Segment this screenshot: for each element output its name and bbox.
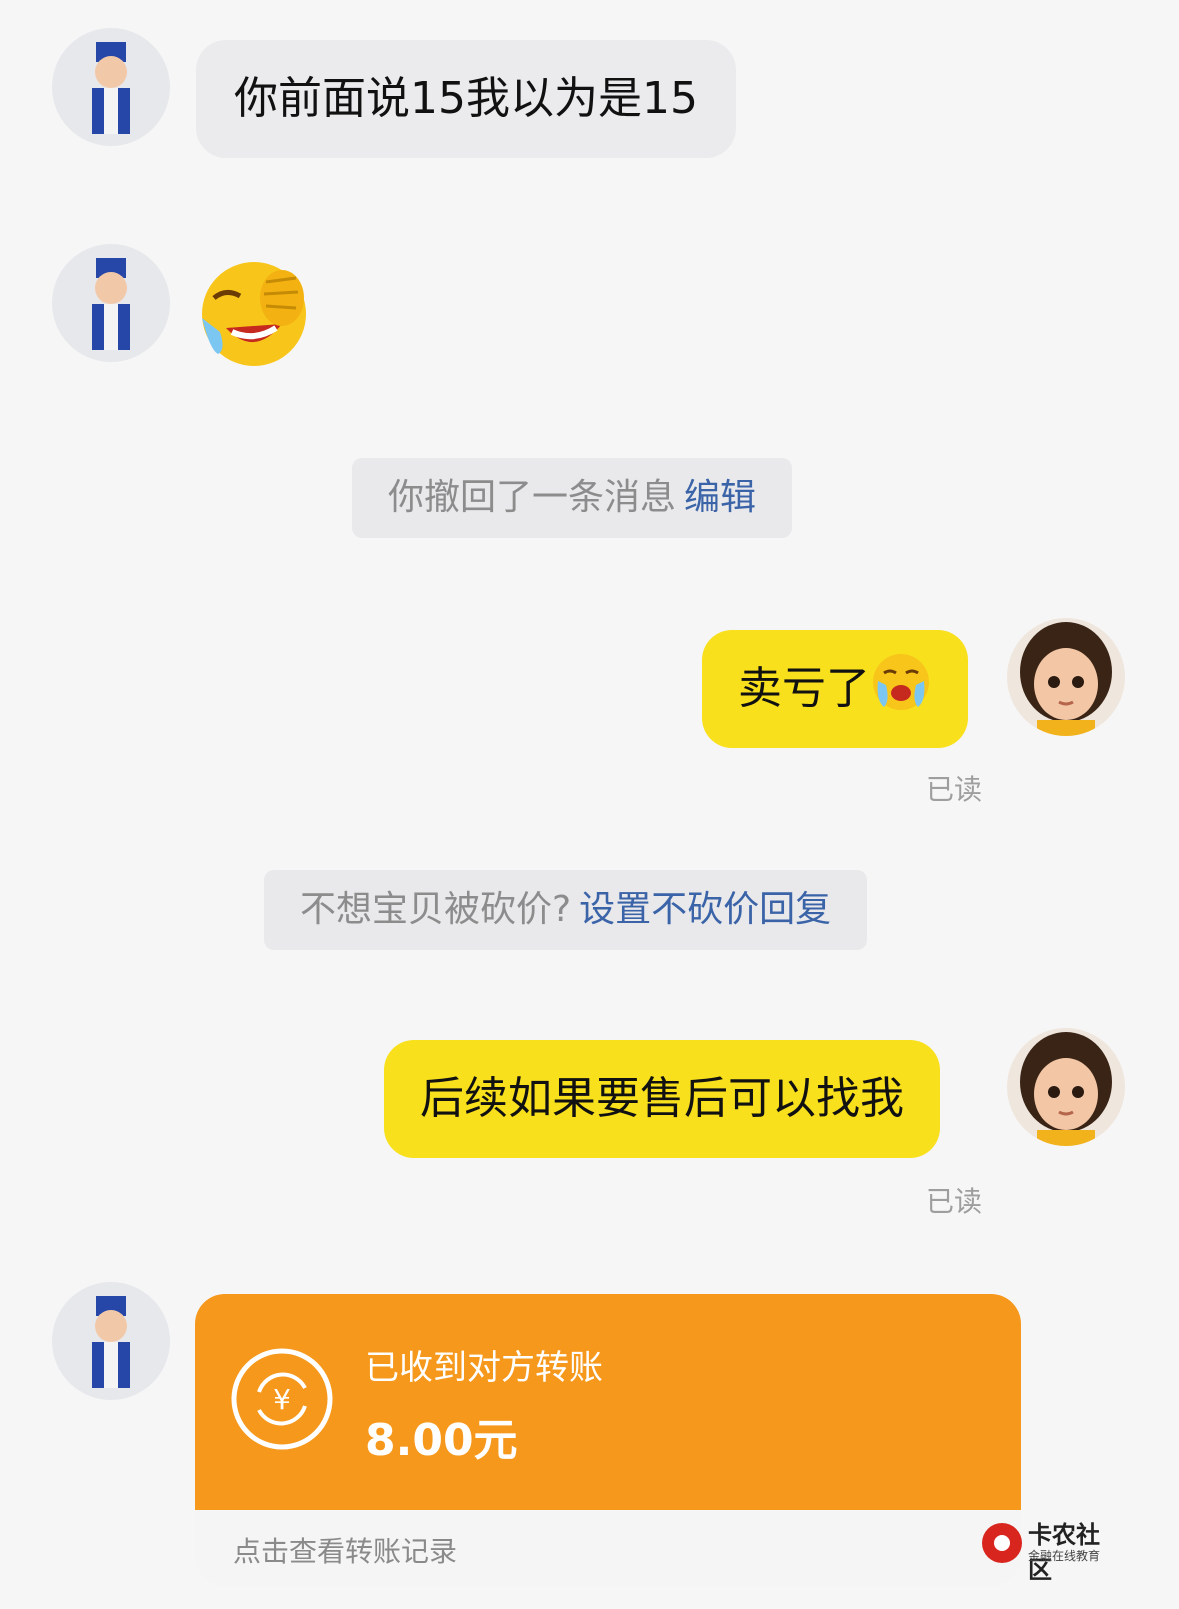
transfer-footer[interactable]: 点击查看转账记录 — [195, 1510, 1021, 1586]
yuan-exchange-icon: ¥ — [231, 1348, 333, 1450]
view-transfer-record-link[interactable]: 点击查看转账记录 — [233, 1530, 457, 1570]
recall-text: 你撤回了一条消息 — [388, 477, 677, 518]
transfer-title: 已收到对方转账 — [365, 1348, 603, 1388]
laughing-crying-emoji-icon[interactable] — [196, 258, 312, 368]
watermark-tagline: 金融在线教育 — [1028, 1549, 1101, 1563]
kanong-watermark: 卡农社区 金融在线教育 — [980, 1515, 1120, 1584]
bargain-notice: 不想宝贝被砍价? 设置不砍价回复 — [264, 870, 868, 950]
message-text: 卖亏了 — [738, 663, 870, 714]
my-avatar[interactable] — [1007, 618, 1125, 736]
transfer-amount: 8.00元 — [365, 1415, 518, 1466]
crying-emoji-icon — [873, 654, 929, 710]
bargain-text: 不想宝贝被砍价? — [300, 889, 572, 930]
my-avatar[interactable] — [1007, 1028, 1125, 1146]
message-text: 你前面说15我以为是15 — [234, 73, 698, 124]
contact-avatar[interactable] — [52, 1282, 170, 1400]
contact-avatar[interactable] — [52, 28, 170, 146]
kanong-logo-icon — [982, 1523, 1022, 1563]
svg-text:¥: ¥ — [273, 1383, 291, 1416]
read-status: 已读 — [925, 1185, 982, 1218]
read-status: 已读 — [925, 773, 982, 806]
transfer-card[interactable]: ¥ 已收到对方转账 8.00元 点击查看转账记录 — [195, 1294, 1021, 1586]
set-no-bargain-reply-link[interactable]: 设置不砍价回复 — [579, 889, 831, 930]
edit-recalled-link[interactable]: 编辑 — [684, 477, 756, 518]
chat-screen: 你前面说15我以为是15 你撤回了一条消息 编辑 卖亏了 已读 不想宝贝被砍价?… — [0, 0, 1179, 1609]
contact-avatar[interactable] — [52, 244, 170, 362]
outgoing-message-bubble[interactable]: 卖亏了 — [702, 630, 968, 748]
recall-notice: 你撤回了一条消息 编辑 — [352, 458, 793, 538]
message-text: 后续如果要售后可以找我 — [420, 1073, 904, 1124]
transfer-summary: ¥ 已收到对方转账 8.00元 — [195, 1294, 1021, 1510]
incoming-message-bubble[interactable]: 你前面说15我以为是15 — [196, 40, 736, 158]
outgoing-message-bubble[interactable]: 后续如果要售后可以找我 — [384, 1040, 940, 1158]
